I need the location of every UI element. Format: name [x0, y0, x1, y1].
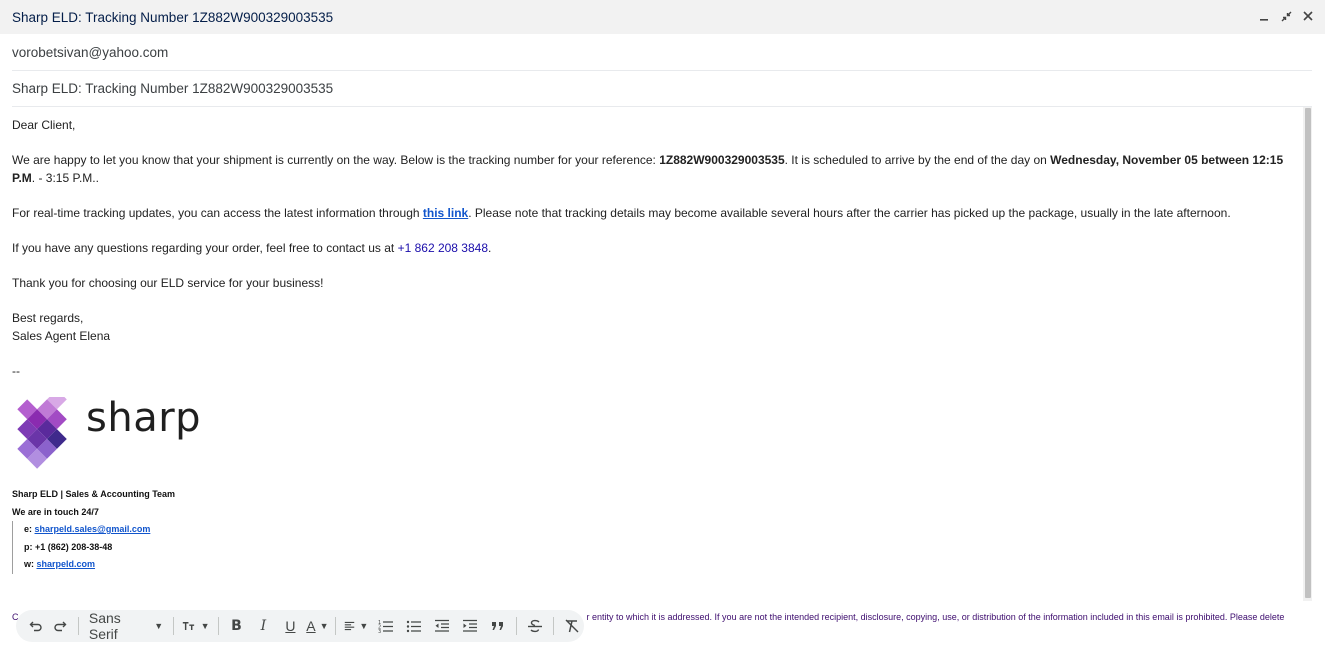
signature-web-link[interactable]: sharpeld.com: [37, 559, 96, 569]
closing-name: Sales Agent Elena: [12, 329, 111, 343]
font-family-value: Sans Serif: [88, 610, 121, 642]
sharp-logo-mark-icon: [17, 397, 67, 469]
chevron-down-icon: ▼: [200, 621, 210, 631]
tracking-text: For real-time tracking updates, you can …: [12, 206, 423, 220]
greeting: Dear Client,: [12, 118, 76, 132]
sharp-logo: sharp: [12, 397, 212, 482]
undo-icon[interactable]: [24, 614, 48, 638]
signature-email-link[interactable]: sharpeld.sales@gmail.com: [35, 524, 151, 534]
recipient-address[interactable]: vorobetsivan@yahoo.com: [12, 45, 168, 60]
close-icon[interactable]: [1301, 9, 1315, 23]
signature-team: Sharp ELD | Sales & Accounting Team: [12, 489, 176, 499]
compose-title: Sharp ELD: Tracking Number 1Z882W9003290…: [12, 9, 334, 25]
signature-web-line: w: sharpeld.com: [24, 556, 150, 574]
paragraph-contact: If you have any questions regarding your…: [12, 239, 1302, 257]
strikethrough-icon[interactable]: [523, 614, 547, 638]
svg-text:3: 3: [378, 629, 381, 633]
text-size-icon[interactable]: ▼: [180, 614, 211, 638]
chevron-down-icon: ▼: [359, 621, 369, 631]
text-color-button[interactable]: A ▼: [305, 614, 329, 638]
italic-button[interactable]: I: [251, 614, 275, 638]
tracking-link[interactable]: this link: [423, 206, 468, 220]
time-window-text: . - 3:15 P.M..: [31, 171, 99, 185]
logo-wordmark: sharp: [86, 395, 202, 441]
compose-title-bar[interactable]: Sharp ELD: Tracking Number 1Z882W9003290…: [0, 0, 1325, 34]
chevron-down-icon: ▼: [319, 621, 329, 631]
indent-less-icon[interactable]: [430, 614, 454, 638]
font-family-select[interactable]: Sans Serif ▼: [85, 610, 167, 642]
phone-link[interactable]: +1 862 208 3848: [398, 241, 488, 255]
signature-availability: We are in touch 24/7: [12, 506, 99, 517]
schedule-text: . It is scheduled to arrive by the end o…: [784, 153, 1051, 167]
web-prefix: w:: [24, 559, 37, 569]
email-prefix: e:: [24, 524, 35, 534]
paragraph-shipment: We are happy to let you know that your s…: [12, 151, 1302, 187]
contact-text: If you have any questions regarding your…: [12, 241, 398, 255]
bold-button[interactable]: B: [224, 614, 248, 638]
toolbar-divider: [553, 617, 555, 635]
toolbar-divider: [217, 617, 219, 635]
closing: Best regards, Sales Agent Elena: [12, 309, 1302, 345]
signature-phone: p: +1 (862) 208-38-48: [24, 541, 113, 552]
toolbar-divider: [516, 617, 518, 635]
message-body[interactable]: Dear Client, We are happy to let you kno…: [12, 107, 1302, 602]
align-icon[interactable]: ▼: [342, 614, 370, 638]
minimize-icon[interactable]: [1257, 9, 1271, 23]
tracking-number: 1Z882W900329003535: [659, 153, 785, 167]
contact-end: .: [488, 241, 492, 255]
paragraph-thanks: Thank you for choosing our ELD service f…: [12, 276, 324, 290]
toolbar-divider: [78, 617, 79, 635]
exit-fullscreen-icon[interactable]: [1279, 9, 1293, 23]
signature-team-block: Sharp ELD | Sales & Accounting Team We a…: [12, 486, 175, 521]
text-color-icon: A: [306, 618, 316, 634]
subject-text: Sharp ELD: Tracking Number 1Z882W9003290…: [12, 81, 334, 96]
disclaimer-visible: r entity to which it is addressed. If yo…: [586, 612, 1285, 622]
signature-email-line: e: sharpeld.sales@gmail.com: [24, 521, 150, 539]
formatting-toolbar: Sans Serif ▼ ▼ B I U A ▼ ▼ 123: [16, 610, 584, 642]
underline-button[interactable]: U: [278, 614, 302, 638]
recipients-field[interactable]: vorobetsivan@yahoo.com: [12, 35, 1312, 71]
quote-icon[interactable]: [486, 614, 510, 638]
toolbar-divider: [173, 617, 175, 635]
tracking-note: . Please note that tracking details may …: [468, 206, 1231, 220]
signature-separator: --: [12, 364, 20, 378]
subject-field[interactable]: Sharp ELD: Tracking Number 1Z882W9003290…: [12, 71, 1312, 107]
signature-contacts: e: sharpeld.sales@gmail.com p: +1 (862) …: [12, 521, 150, 574]
toolbar-divider: [335, 617, 337, 635]
clear-formatting-icon[interactable]: [560, 614, 584, 638]
paragraph-tracking: For real-time tracking updates, you can …: [12, 204, 1302, 222]
chevron-down-icon: ▼: [154, 621, 164, 631]
bulleted-list-icon[interactable]: [402, 614, 426, 638]
closing-regards: Best regards,: [12, 311, 84, 325]
body-scrollbar-thumb[interactable]: [1305, 108, 1311, 598]
shipment-text: We are happy to let you know that your s…: [12, 153, 660, 167]
indent-more-icon[interactable]: [458, 614, 482, 638]
redo-icon[interactable]: [48, 614, 72, 638]
numbered-list-icon[interactable]: 123: [374, 614, 398, 638]
